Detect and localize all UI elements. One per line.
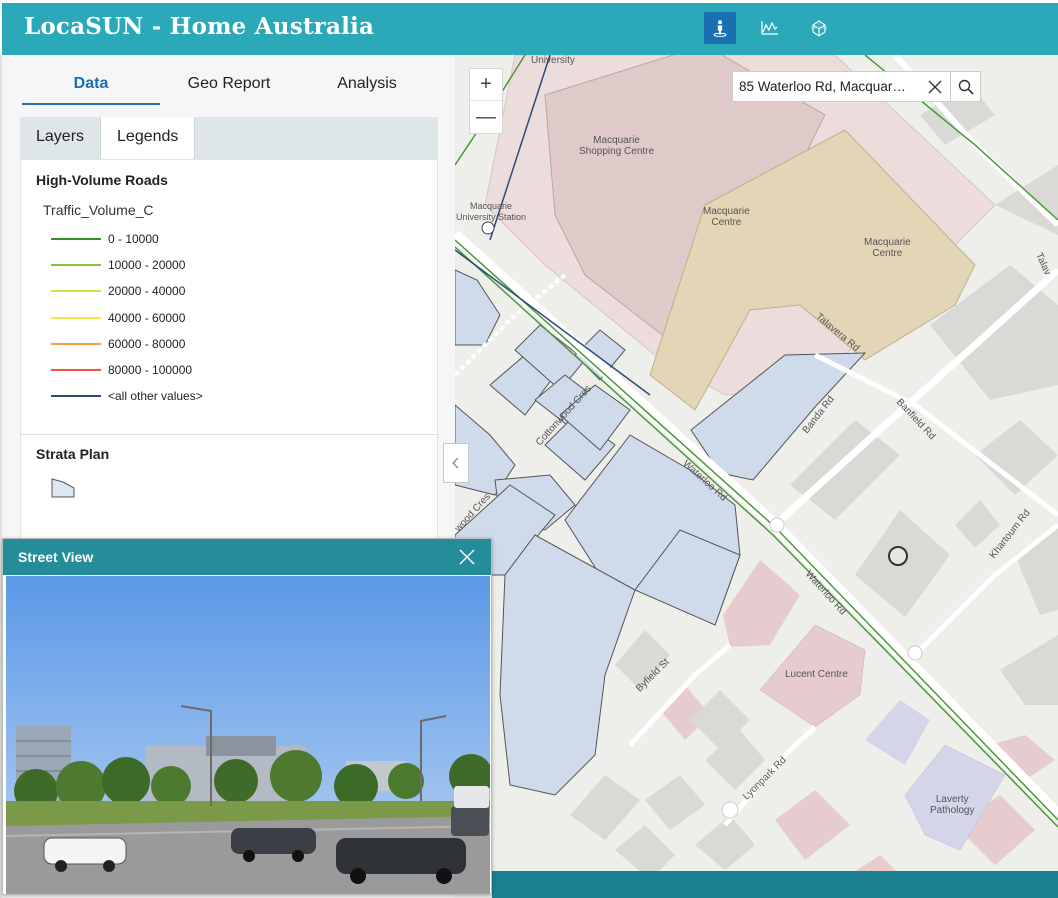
elevation-profile-button[interactable] (754, 12, 786, 44)
legend-label: 10000 - 20000 (108, 258, 186, 272)
legend-item: 40000 - 60000 (51, 309, 185, 327)
3d-cube-icon (811, 20, 827, 37)
legend-label: <all other values> (108, 389, 203, 403)
location-marker[interactable] (888, 546, 908, 566)
tab-legends[interactable]: Legends (100, 117, 196, 159)
close-icon (928, 80, 942, 93)
legend-item: 80000 - 100000 (51, 361, 192, 379)
legend-panel: High-Volume Roads Traffic_Volume_C 0 - 1… (20, 159, 439, 579)
legend-label: 40000 - 60000 (108, 311, 186, 325)
collapse-panel-button[interactable] (443, 443, 469, 483)
tab-analysis[interactable]: Analysis (298, 65, 436, 105)
clear-search-button[interactable] (920, 72, 950, 102)
main-tabs: Data Geo Report Analysis (22, 65, 436, 105)
label-macquarie-university-station: Macquarie University Station (456, 201, 527, 222)
legend-swatch (51, 264, 101, 266)
label-macquarie-centre: Macquarie Centre (703, 206, 750, 228)
address-search: 85 Waterloo Rd, Macquar… (732, 71, 981, 102)
footer-bar (492, 871, 1058, 898)
tab-data[interactable]: Data (22, 65, 160, 105)
legend-label: 60000 - 80000 (108, 337, 186, 351)
app-header: LocaSUN - Home Australia (0, 0, 1058, 55)
3d-view-button[interactable] (803, 12, 835, 44)
label-lucent-centre: Lucent Centre (785, 669, 848, 680)
zoom-in-button[interactable]: + (470, 69, 502, 101)
legend-item: 0 - 10000 (51, 230, 159, 248)
legend-label: 0 - 10000 (108, 232, 159, 246)
strata-plan-swatch (51, 478, 75, 498)
legend-swatch (51, 395, 101, 397)
search-button[interactable] (950, 71, 980, 102)
map-basemap (455, 55, 1058, 898)
legend-field-name: Traffic_Volume_C (43, 202, 154, 218)
legend-item: 20000 - 40000 (51, 282, 185, 300)
zoom-control: + — (469, 68, 503, 134)
search-icon (958, 79, 974, 95)
tab-geo-report[interactable]: Geo Report (160, 65, 298, 105)
legend-swatch (51, 290, 101, 292)
search-input[interactable]: 85 Waterloo Rd, Macquar… (733, 79, 920, 94)
label-university: University (531, 55, 575, 66)
elevation-profile-icon (761, 21, 778, 35)
app-root: LocaSUN - Home Australia Data Geo Report… (0, 0, 1058, 898)
legend-layer-title: High-Volume Roads (36, 172, 168, 188)
label-macquarie-centre: Macquarie Centre (864, 237, 911, 259)
tab-layers[interactable]: Layers (20, 117, 100, 159)
zoom-out-button[interactable]: — (470, 101, 502, 133)
street-view-button[interactable] (704, 12, 736, 44)
legend-item: <all other values> (51, 387, 203, 405)
street-view-title: Street View (18, 549, 94, 565)
legend-item: 60000 - 80000 (51, 335, 185, 353)
label-macquarie-shopping-centre: Macquarie Shopping Centre (579, 135, 655, 157)
legend-swatch (51, 369, 101, 371)
legend-swatch (51, 238, 101, 240)
legend-label: 20000 - 40000 (108, 284, 186, 298)
label-laverty-pathology: Laverty Pathology (930, 794, 975, 816)
legend-layer-title: Strata Plan (36, 446, 110, 462)
map-view[interactable]: + — 85 Waterloo Rd, Macquar… University … (455, 55, 1058, 898)
legend-divider (21, 434, 439, 435)
legend-swatch (51, 317, 101, 319)
street-view-person-icon (713, 20, 727, 37)
legend-label: 80000 - 100000 (108, 363, 193, 377)
street-view-header: Street View (3, 539, 491, 575)
chevron-left-icon (452, 457, 459, 469)
sub-tabs: Layers Legends (20, 117, 438, 159)
legend-item: 10000 - 20000 (51, 256, 185, 274)
street-view-image[interactable] (6, 576, 490, 894)
street-view-panel: Street View (2, 538, 492, 895)
close-icon[interactable] (458, 548, 476, 566)
legend-swatch (51, 343, 101, 345)
app-title: LocaSUN - Home Australia (24, 13, 375, 40)
